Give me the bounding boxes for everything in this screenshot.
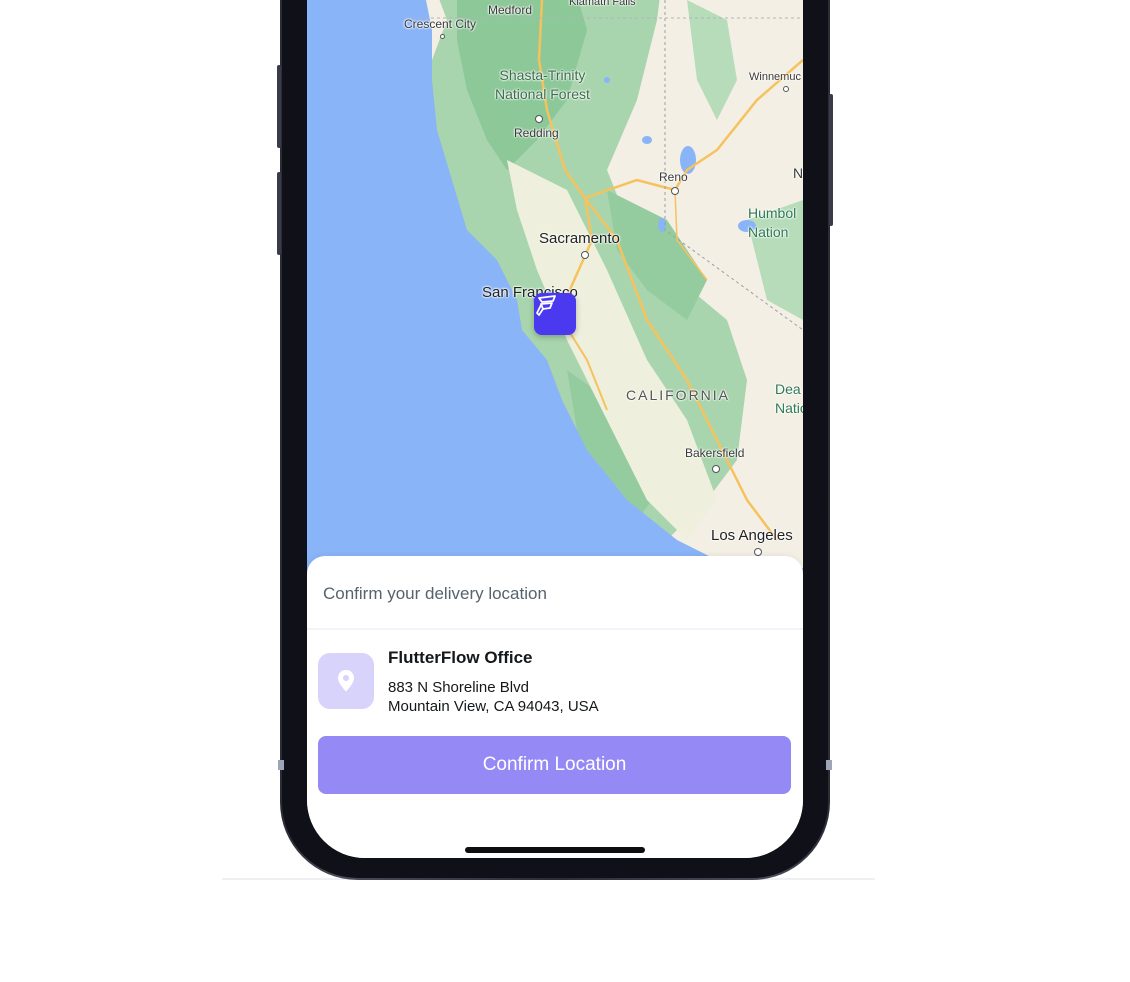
map-label-sacramento: Sacramento xyxy=(539,230,620,247)
map-label-los-angeles: Los Angeles xyxy=(711,527,793,544)
flutterflow-location-marker[interactable] xyxy=(534,293,576,335)
map-view[interactable]: Medford Klamath Falls Crescent City Shas… xyxy=(307,0,803,580)
location-pin-icon xyxy=(338,670,354,692)
city-dot-los-angeles xyxy=(754,548,762,556)
volume-down-button xyxy=(277,172,281,255)
city-dot-sacramento xyxy=(581,251,589,259)
location-address-line1: 883 N Shoreline Blvd xyxy=(388,679,529,696)
map-label-california: CALIFORNIA xyxy=(626,387,731,403)
phone-frame: Medford Klamath Falls Crescent City Shas… xyxy=(277,0,833,880)
city-dot-redding xyxy=(535,115,543,123)
home-indicator[interactable] xyxy=(465,847,645,853)
map-label-death-valley: Dea Natio xyxy=(775,381,803,416)
map-label-nevada-partial: N xyxy=(793,165,803,181)
location-icon-box xyxy=(318,653,374,709)
app-stage: Medford Klamath Falls Crescent City Shas… xyxy=(0,0,1130,982)
city-dot-reno xyxy=(671,187,679,195)
confirm-location-button[interactable]: Confirm Location xyxy=(318,736,791,794)
map-label-medford: Medford xyxy=(488,3,533,17)
city-dot-winnemucca xyxy=(783,86,789,92)
map-label-humboldt: Humbol Nation xyxy=(748,205,797,240)
sheet-divider xyxy=(307,628,803,630)
map-label-redding: Redding xyxy=(514,126,559,140)
location-address-line2: Mountain View, CA 94043, USA xyxy=(388,698,599,715)
flutterflow-logo-icon xyxy=(536,295,556,316)
antenna-band-right xyxy=(826,760,832,770)
map-label-crescent-city: Crescent City xyxy=(404,17,477,31)
map-label-shasta-trinity: Shasta-Trinity National Forest xyxy=(495,67,590,102)
delivery-bottom-sheet: Confirm your delivery location FlutterFl… xyxy=(307,556,803,858)
map-label-klamath-falls: Klamath Falls xyxy=(569,0,636,8)
power-button xyxy=(829,94,833,226)
city-dot-bakersfield xyxy=(712,465,720,473)
location-title: FlutterFlow Office xyxy=(388,648,533,667)
sheet-header: Confirm your delivery location xyxy=(323,584,547,603)
antenna-band-left xyxy=(278,760,284,770)
phone-screen: Medford Klamath Falls Crescent City Shas… xyxy=(307,0,803,858)
map-label-winnemucca: Winnemuc xyxy=(749,71,801,83)
city-dot-crescent-city xyxy=(440,34,445,39)
map-label-reno: Reno xyxy=(659,170,688,184)
volume-up-button xyxy=(277,65,281,148)
map-label-bakersfield: Bakersfield xyxy=(685,446,745,460)
